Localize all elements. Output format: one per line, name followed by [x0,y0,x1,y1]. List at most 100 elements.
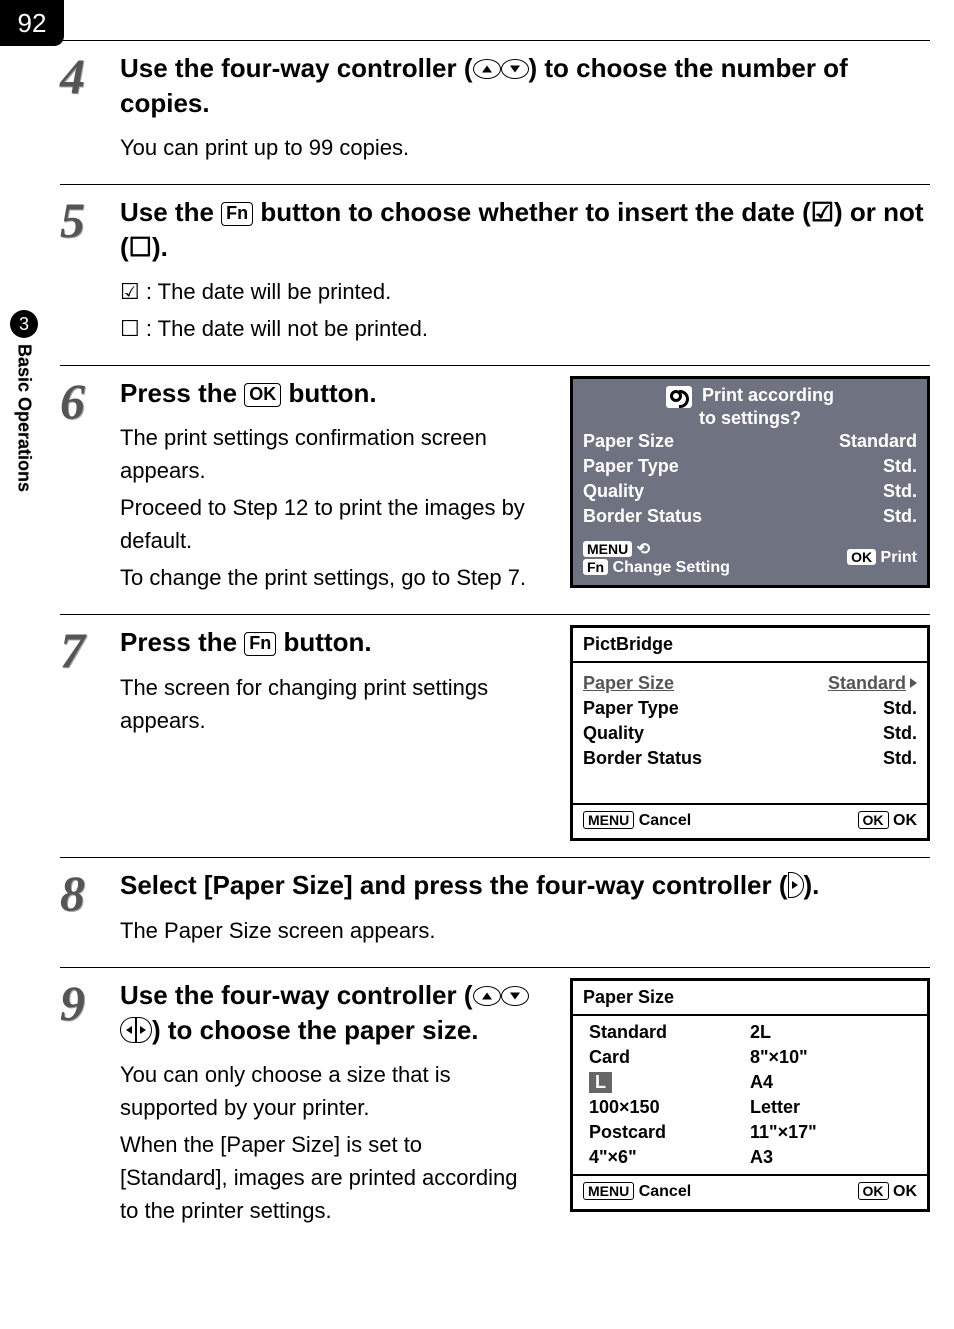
lcd-footer: MENU Cancel OK OK [573,1178,927,1209]
checkbox-empty-icon [120,316,140,341]
step-text: The Paper Size screen appears. [120,914,930,947]
checkbox-empty-icon [129,232,152,262]
list-item: 100×150 [589,1097,750,1118]
step-number: 4 [60,51,120,168]
step-number: 9 [60,978,120,1231]
text: button to choose whether to insert the d… [253,197,811,227]
text: Print according [702,385,834,405]
text: : The date will be printed. [140,279,392,304]
table-row: Paper SizeStandard [583,671,917,696]
step-4: 4 Use the four-way controller () to choo… [60,40,930,168]
list-item: Letter [750,1097,911,1118]
list-item: 8"×10" [750,1047,911,1068]
text: to settings? [699,408,801,428]
ok-chip: OK [858,811,889,829]
step-7: 7 Press the Fn button. The screen for ch… [60,614,930,841]
text: ). [152,232,168,262]
down-icon [501,986,529,1006]
lcd-settings-table: Paper SizeStandard Paper TypeStd. Qualit… [583,671,917,771]
list-item-selected: L [589,1072,750,1093]
text: OK [893,1183,917,1200]
page-number: 92 [18,8,47,39]
step-number: 5 [60,195,120,349]
step-title: Press the OK button. [120,376,530,411]
text: button. [281,378,376,408]
lcd-pictbridge: PictBridge Paper SizeStandard Paper Type… [570,625,930,841]
text: ) to choose the paper size. [152,1015,479,1045]
list-item: Card [589,1047,750,1068]
down-icon [501,59,529,79]
step-number: 6 [60,376,120,598]
text: Use the [120,197,221,227]
ok-chip: OK [847,549,876,565]
arrow-right-icon [910,678,917,688]
page-number-tab: 92 [0,0,64,46]
table-row: Paper SizeStandard [583,429,917,454]
lcd-footer: MENU Cancel OK OK [573,807,927,838]
page-content: 4 Use the four-way controller () to choo… [60,40,930,1231]
list-item: 2L [750,1022,911,1043]
step-text: Proceed to Step 12 to print the images b… [120,491,530,557]
step-text: To change the print settings, go to Step… [120,561,530,594]
text: Press the [120,378,244,408]
step-title: Select [Paper Size] and press the four-w… [120,868,930,903]
step-9: 9 Use the four-way controller ( ) to choo… [60,967,930,1231]
step-5: 5 Use the Fn button to choose whether to… [60,184,930,349]
list-item: Standard [589,1022,750,1043]
step-title: Press the Fn button. [120,625,530,660]
lcd-settings-table: Paper SizeStandard Paper TypeStd. Qualit… [583,429,917,529]
list-item: 4"×6" [589,1147,750,1168]
menu-chip: MENU [583,541,632,557]
lcd-paper-size: Paper Size Standard2L Card8"×10" LA4 100… [570,978,930,1212]
step-8: 8 Select [Paper Size] and press the four… [60,857,930,950]
step-title: Use the four-way controller () to choose… [120,51,930,121]
text: Print [881,549,917,566]
step-body-text: You can print up to 99 copies. [120,131,930,164]
text: ). [804,870,820,900]
list-item: A3 [750,1147,911,1168]
text: Select [Paper Size] and press the four-w… [120,870,788,900]
paper-size-grid: Standard2L Card8"×10" LA4 100×150Letter … [573,1018,927,1172]
up-icon [473,986,501,1006]
list-item: 11"×17" [750,1122,911,1143]
lcd-print-confirm: Print according to settings? Paper SizeSt… [570,376,930,587]
text: Use the four-way controller ( [120,980,473,1010]
text: : The date will not be printed. [140,316,428,341]
ok-chip: OK [858,1182,889,1200]
printer-icon [666,386,692,408]
table-row: Border StatusStd. [583,504,917,529]
lcd-header: Print according to settings? [583,385,917,428]
text: button. [276,627,371,657]
text: Cancel [639,1183,691,1200]
step-text: The screen for changing print settings a… [120,671,530,737]
menu-chip: MENU [583,811,634,829]
fn-button-glyph: Fn [244,632,276,656]
list-item: A4 [750,1072,911,1093]
lcd-footer: MENU ⟲ Fn Change Setting OK Print [573,535,927,585]
step-text: You can only choose a size that is suppo… [120,1058,530,1124]
fn-chip: Fn [583,559,608,575]
table-row: Border StatusStd. [583,746,917,771]
checkbox-checked-icon [811,197,834,227]
step-number: 8 [60,868,120,950]
lcd-title: Paper Size [573,981,927,1012]
right-icon [788,872,804,898]
ok-button-glyph: OK [244,383,281,407]
section-label: Basic Operations [14,344,35,492]
left-icon [120,1017,136,1043]
step-text: The print settings confirmation screen a… [120,421,530,487]
side-tab: 3 Basic Operations [4,310,44,610]
step-line: : The date will not be printed. [120,312,930,345]
text: OK [893,812,917,829]
fn-button-glyph: Fn [221,202,253,226]
list-item: Postcard [589,1122,750,1143]
text: Use the four-way controller ( [120,53,473,83]
step-text: When the [Paper Size] is set to [Standar… [120,1128,530,1227]
lcd-title: PictBridge [573,628,927,659]
menu-chip: MENU [583,1182,634,1200]
table-row: QualityStd. [583,721,917,746]
right-icon [136,1017,152,1043]
table-row: Paper TypeStd. [583,454,917,479]
step-number: 7 [60,625,120,841]
step-line: : The date will be printed. [120,275,930,308]
